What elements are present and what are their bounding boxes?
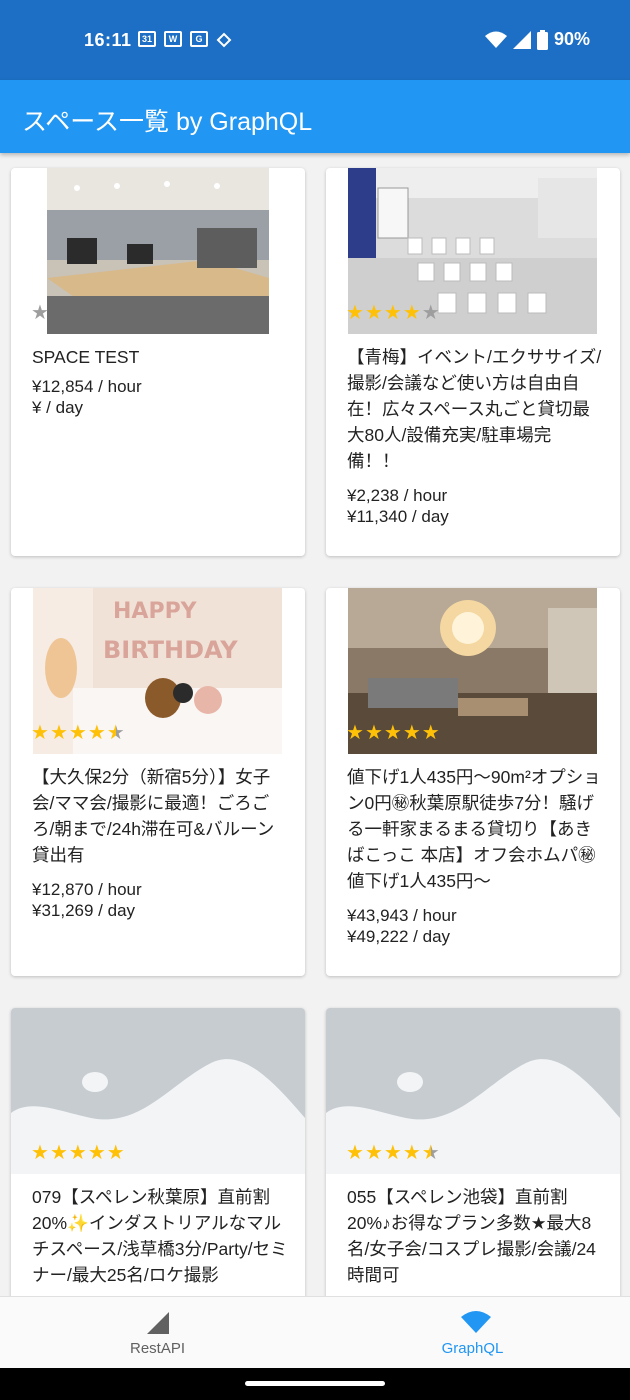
- space-name: 【青梅】イベント/エクササイズ/撮影/会議など使い方は自由自在！広々スペース丸ご…: [347, 347, 602, 471]
- news-icon: W: [164, 31, 182, 47]
- star-icon: ★: [364, 722, 383, 744]
- star-icon: ★: [421, 302, 440, 324]
- star-icon: ★: [383, 302, 402, 324]
- price-day: ¥49,222 / day: [347, 927, 451, 946]
- star-icon: ★: [364, 1142, 383, 1164]
- star-icon: ★: [346, 722, 364, 744]
- star-icon: ★: [68, 722, 87, 744]
- status-time: 16:11: [84, 30, 132, 50]
- wifi-icon: [461, 1311, 491, 1333]
- star-icon: ★: [31, 302, 49, 324]
- star-icon: ★: [87, 722, 106, 744]
- star-icon: ★: [346, 1142, 364, 1164]
- star-icon: ★: [364, 302, 383, 324]
- space-name: 055【スペレン池袋】直前割20%♪お得なプラン多数★最大8名/女子会/コスプレ…: [347, 1187, 596, 1285]
- bottom-navigation: RestAPI GraphQL: [0, 1296, 630, 1368]
- price-day: ¥ / day: [32, 398, 84, 417]
- star-icon: ★: [106, 1142, 125, 1164]
- svg-text:BIRTHDAY: BIRTHDAY: [103, 636, 238, 664]
- battery-icon: [536, 29, 548, 50]
- space-name: 値下げ1人435円～90m²オプション0円㊙秋葉原駅徒歩7分！騒げる一軒家まるま…: [347, 767, 601, 891]
- star-icon: ★: [421, 722, 440, 744]
- space-card[interactable]: ★ ★ ★ ★ ★ 値下げ1人435円～90m²オプション0円㊙秋葉原駅徒歩7分…: [326, 588, 620, 976]
- star-icon: ★: [68, 1142, 87, 1164]
- star-icon: ★: [402, 722, 421, 744]
- cellular-icon: [512, 30, 531, 49]
- star-icon: ★: [31, 722, 49, 744]
- price-day: ¥31,269 / day: [32, 901, 136, 920]
- nav-item-graphql[interactable]: GraphQL: [315, 1297, 630, 1369]
- system-status: 90%: [484, 29, 590, 50]
- space-card[interactable]: ★ ★ ★ ★ ★ 【青梅】イベント/エクササイズ/撮影/会議など使い方は自由自…: [326, 168, 620, 556]
- star-icon: ★: [31, 1142, 49, 1164]
- gmail-icon: G: [190, 31, 208, 47]
- home-gesture-handle[interactable]: [245, 1381, 385, 1386]
- star-icon: ★: [402, 302, 421, 324]
- rating-stars: ★ ★ ★ ★ ★: [31, 723, 125, 743]
- star-icon: ★: [49, 1142, 68, 1164]
- rating-stars: ★ ★ ★ ★ ★: [346, 1143, 440, 1163]
- star-icon: ★: [87, 1142, 106, 1164]
- page-title: スペース一覧 by GraphQL: [22, 108, 313, 136]
- space-card[interactable]: ★ ★ ★ ★ ★ 079【スペレン秋葉原】直前割20%✨インダストリアルなマル…: [11, 1008, 305, 1296]
- calendar-icon: 31: [138, 31, 156, 47]
- svg-text:HAPPY: HAPPY: [113, 599, 198, 624]
- cast-icon: [216, 32, 232, 48]
- price-hour: ¥12,870 / hour: [32, 880, 142, 899]
- price-hour: ¥43,943 / hour: [347, 906, 457, 925]
- wifi-icon: [484, 31, 507, 48]
- space-photo: [47, 168, 269, 334]
- star-half-icon: ★: [106, 722, 125, 744]
- nav-item-restapi[interactable]: RestAPI: [0, 1297, 315, 1369]
- space-card[interactable]: HAPPY BIRTHDAY ★ ★ ★ ★ ★ 【大久保2分（新宿5分）】女子…: [11, 588, 305, 976]
- signal-icon: [147, 1312, 169, 1334]
- star-half-icon: ★: [421, 1142, 440, 1164]
- star-icon: ★: [383, 722, 402, 744]
- system-navigation-bar: [0, 1368, 630, 1400]
- star-icon: ★: [49, 722, 68, 744]
- space-grid[interactable]: ★ SPACE TEST ¥12,854 / hour ¥ / day ★ ★ …: [0, 153, 630, 1296]
- app-bar: スペース一覧 by GraphQL: [0, 80, 630, 153]
- space-name: SPACE TEST: [32, 347, 140, 367]
- price-hour: ¥2,238 / hour: [347, 486, 448, 505]
- status-bar: 16:11 31 W G 90%: [0, 0, 630, 80]
- space-name: 【大久保2分（新宿5分）】女子会/ママ会/撮影に最適！ごろごろ/朝まで/24h滞…: [32, 767, 275, 865]
- rating-stars: ★ ★ ★ ★ ★: [346, 303, 440, 323]
- rating-stars: ★ ★ ★ ★ ★: [31, 1143, 125, 1163]
- price-day: ¥11,340 / day: [347, 507, 449, 526]
- rating-stars: ★ ★ ★ ★ ★: [346, 723, 440, 743]
- price-hour: ¥12,854 / hour: [32, 377, 142, 396]
- space-card[interactable]: ★ SPACE TEST ¥12,854 / hour ¥ / day: [11, 168, 305, 556]
- space-name: 079【スペレン秋葉原】直前割20%✨インダストリアルなマルチスペース/浅草橋3…: [32, 1187, 288, 1285]
- rating-stars: ★: [31, 303, 49, 323]
- star-icon: ★: [346, 302, 364, 324]
- battery-percent: 90%: [553, 29, 590, 49]
- space-card[interactable]: ★ ★ ★ ★ ★ 055【スペレン池袋】直前割20%♪お得なプラン多数★最大8…: [326, 1008, 620, 1296]
- star-icon: ★: [402, 1142, 421, 1164]
- nav-label: RestAPI: [129, 1340, 186, 1357]
- notification-icons: 31 W G: [138, 31, 232, 49]
- nav-label: GraphQL: [441, 1340, 504, 1357]
- star-icon: ★: [383, 1142, 402, 1164]
